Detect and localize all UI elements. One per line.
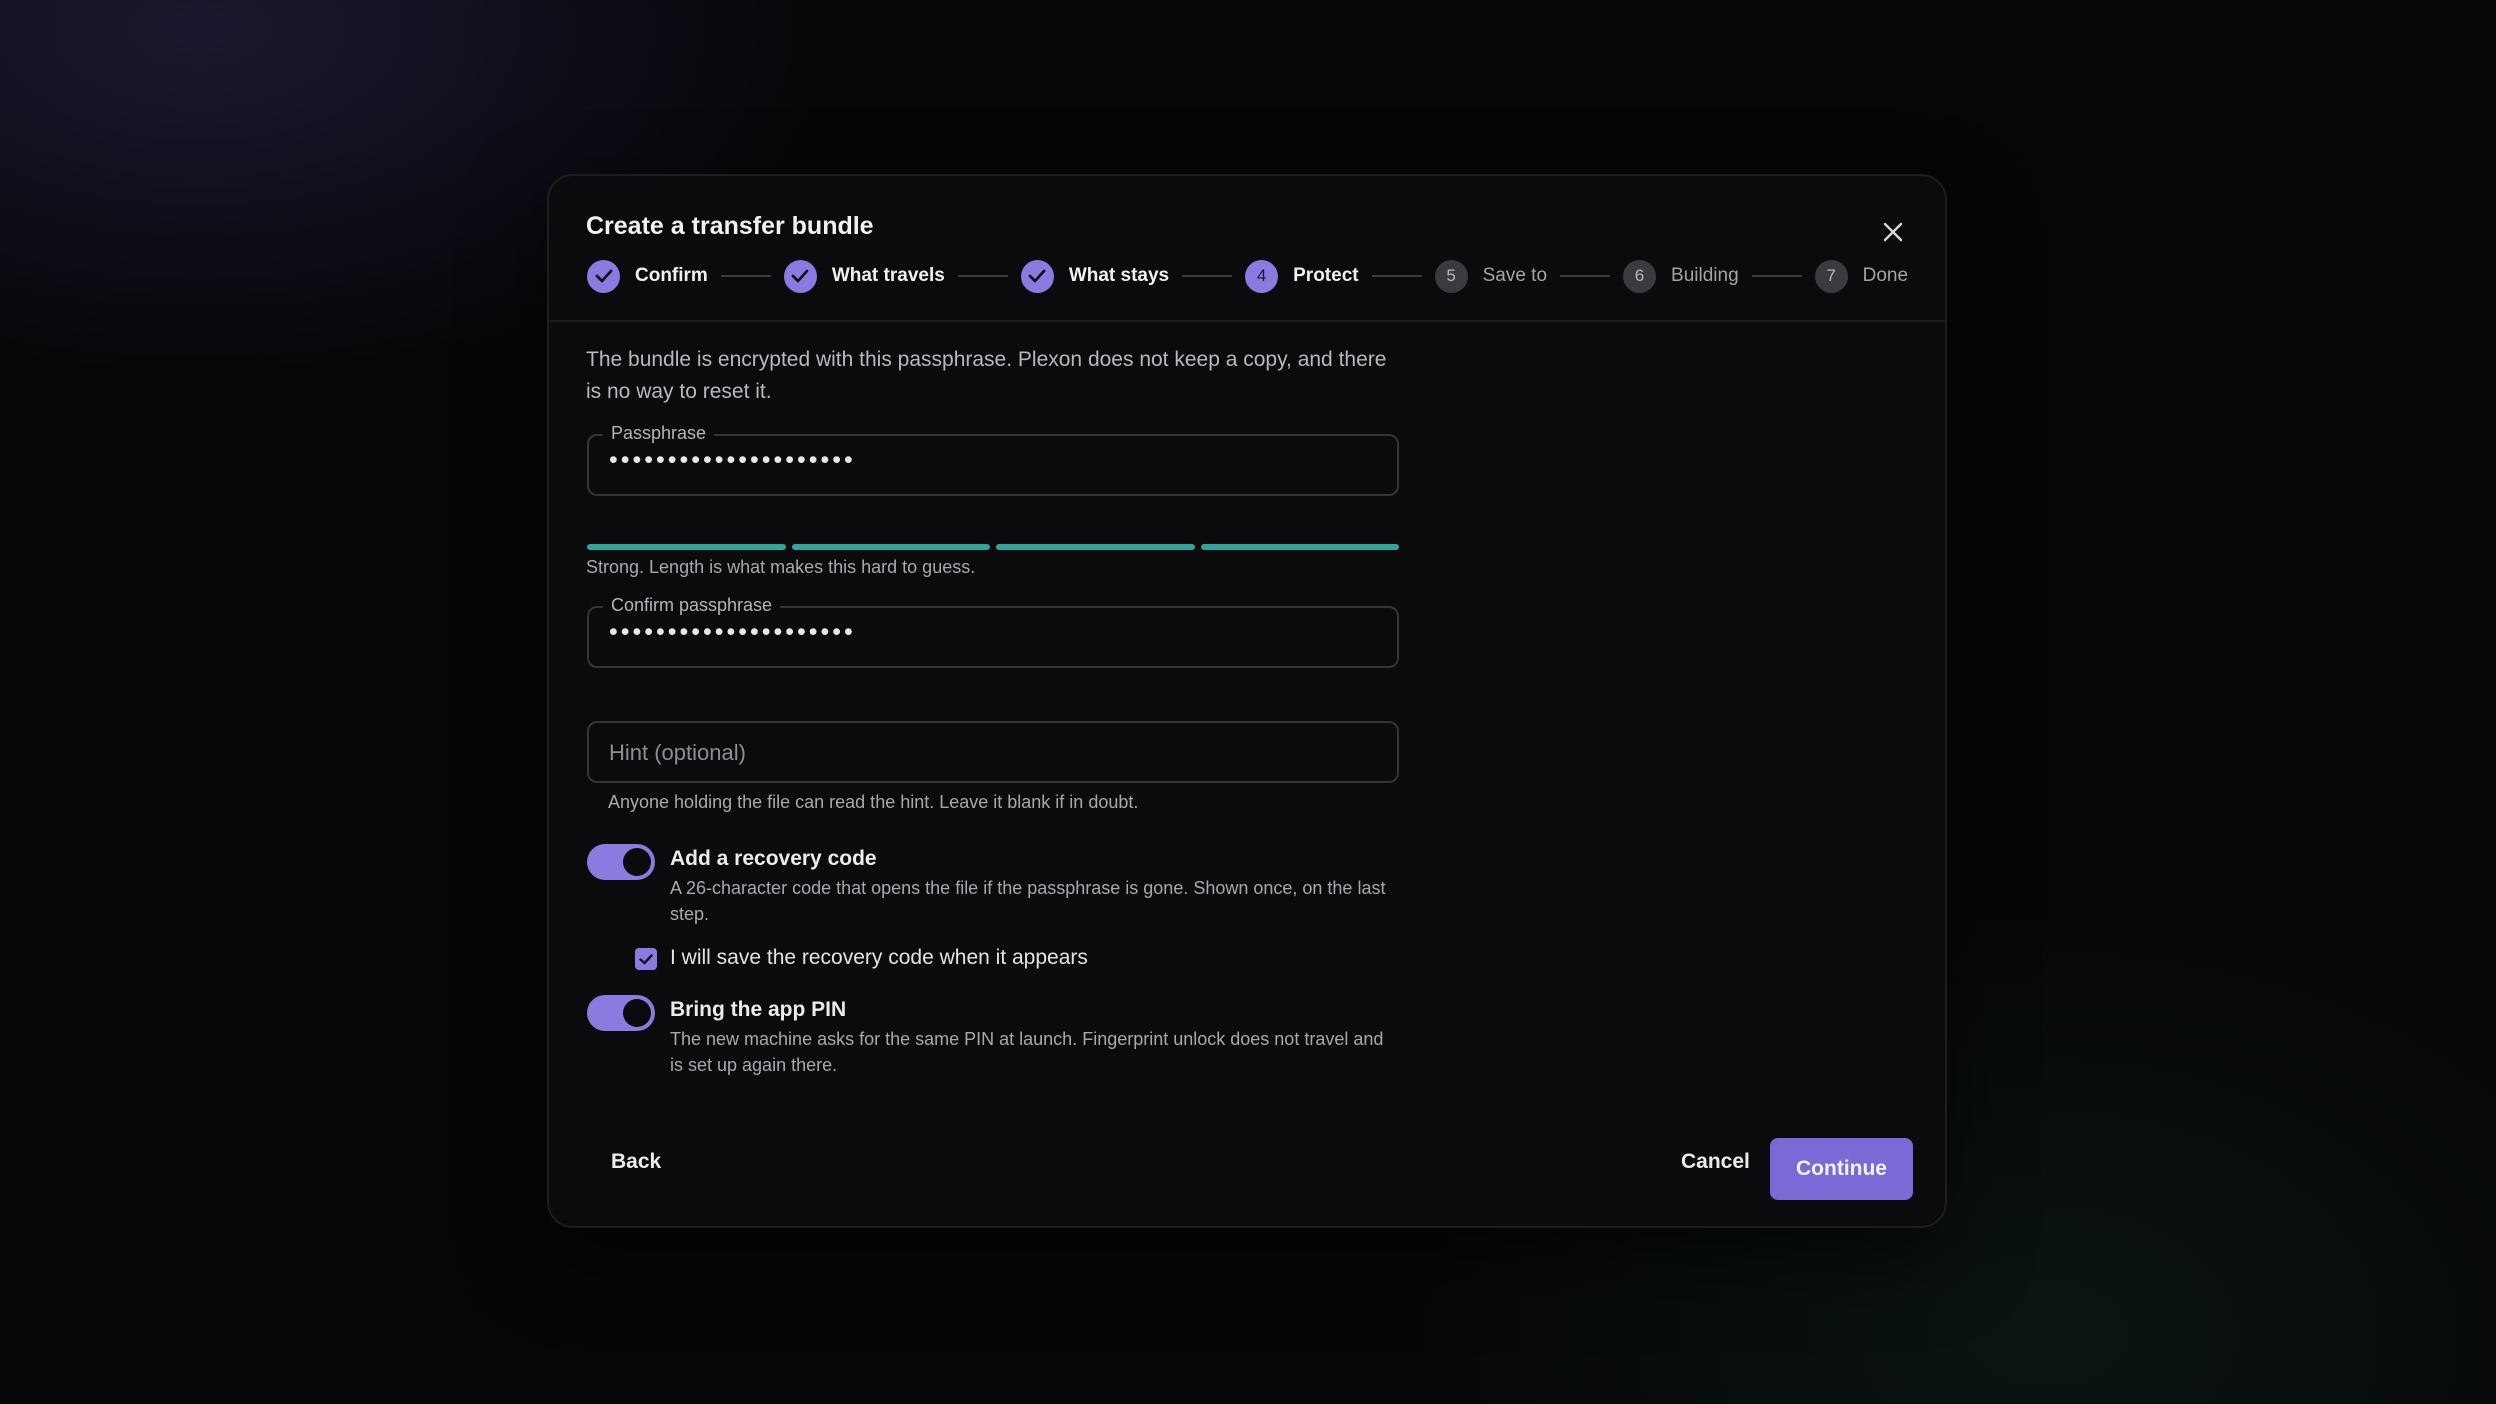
strength-segment — [587, 544, 786, 550]
strength-segment — [996, 544, 1195, 550]
toggle-knob — [623, 848, 651, 876]
app-pin-description: The new machine asks for the same PIN at… — [670, 1029, 1384, 1075]
step-number: 7 — [1814, 259, 1848, 293]
stepper: Confirm What travels What stays 4 Protec… — [587, 258, 1908, 294]
step-save-to: 5 Save to — [1434, 259, 1548, 293]
step-what-stays: What stays — [1020, 259, 1170, 293]
step-number: 6 — [1623, 259, 1657, 293]
recovery-code-toggle[interactable] — [587, 844, 655, 880]
step-connector — [720, 275, 771, 277]
save-recovery-checkbox[interactable] — [635, 948, 657, 970]
transfer-bundle-dialog: Create a transfer bundle Confirm What tr… — [547, 174, 1947, 1228]
passphrase-field[interactable]: Passphrase ••••••••••••••••••••• — [587, 423, 1399, 496]
step-connector — [1560, 275, 1611, 277]
close-button[interactable] — [1877, 216, 1909, 248]
confirm-passphrase-label: Confirm passphrase — [603, 595, 781, 616]
step-done: 7 Done — [1814, 259, 1909, 293]
toggle-knob — [623, 999, 651, 1027]
strength-text: Strong. Length is what makes this hard t… — [586, 557, 976, 577]
intro-text: The bundle is encrypted with this passph… — [586, 348, 1387, 403]
step-label: What travels — [831, 265, 945, 286]
passphrase-label: Passphrase — [603, 423, 715, 444]
app-pin-toggle[interactable] — [587, 995, 655, 1031]
passphrase-value: ••••••••••••••••••••• — [609, 446, 856, 474]
step-connector — [957, 275, 1008, 277]
step-what-travels: What travels — [783, 259, 945, 293]
back-button[interactable]: Back — [587, 1138, 685, 1186]
check-icon — [1020, 259, 1054, 293]
app-pin-title: Bring the app PIN — [670, 998, 847, 1021]
continue-button[interactable]: Continue — [1770, 1138, 1913, 1200]
step-building: 6 Building — [1623, 259, 1739, 293]
strength-segment — [1200, 544, 1399, 550]
step-label: What stays — [1068, 265, 1170, 286]
check-icon — [783, 259, 817, 293]
step-confirm: Confirm — [587, 259, 708, 293]
save-recovery-label[interactable]: I will save the recovery code when it ap… — [670, 946, 1088, 970]
step-connector — [1182, 275, 1233, 277]
step-protect: 4 Protect — [1245, 259, 1359, 293]
confirm-passphrase-field[interactable]: Confirm passphrase ••••••••••••••••••••• — [587, 595, 1399, 668]
strength-meter — [587, 544, 1399, 550]
cancel-button[interactable]: Cancel — [1657, 1138, 1774, 1186]
strength-segment — [791, 544, 990, 550]
recovery-code-description: A 26-character code that opens the file … — [670, 878, 1386, 924]
hint-placeholder: Hint (optional) — [609, 740, 746, 765]
dialog-title: Create a transfer bundle — [586, 212, 874, 240]
step-label: Save to — [1482, 265, 1548, 286]
step-number: 5 — [1434, 259, 1468, 293]
hint-help-text: Anyone holding the file can read the hin… — [608, 792, 1139, 812]
check-icon — [587, 259, 620, 293]
step-label: Protect — [1293, 265, 1359, 286]
hint-field[interactable]: Hint (optional) — [587, 721, 1399, 783]
checkmark-icon — [639, 953, 653, 964]
step-label: Done — [1862, 265, 1909, 286]
header-divider — [549, 320, 1945, 322]
step-number: 4 — [1245, 259, 1279, 293]
step-label: Confirm — [635, 265, 708, 286]
recovery-code-title: Add a recovery code — [670, 847, 877, 870]
step-connector — [1371, 275, 1422, 277]
close-icon — [1883, 222, 1903, 242]
step-label: Building — [1671, 265, 1739, 286]
step-connector — [1751, 275, 1802, 277]
confirm-passphrase-value: ••••••••••••••••••••• — [609, 618, 856, 646]
